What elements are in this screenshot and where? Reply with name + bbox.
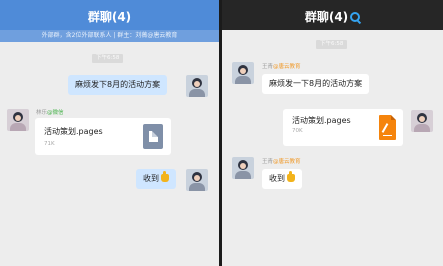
file-name: 活动策划.pages bbox=[44, 127, 103, 136]
thumbs-up-icon bbox=[287, 171, 295, 182]
chat-header: 群聊(4) bbox=[222, 0, 443, 30]
chat-title[interactable]: 群聊(4) bbox=[222, 8, 443, 25]
message-timestamp: 下午6:58 bbox=[316, 40, 348, 49]
sender-name: 林乐@微信 bbox=[36, 108, 64, 116]
chat-title[interactable]: 群聊(4) bbox=[0, 8, 219, 25]
sender-avatar[interactable] bbox=[7, 109, 29, 131]
my-avatar[interactable] bbox=[186, 75, 208, 97]
sender-name: 王青@唐云教育 bbox=[262, 157, 301, 165]
message-text: 收到 bbox=[269, 174, 285, 183]
sender-org-label: @唐云教育 bbox=[273, 64, 301, 70]
my-message-bubble[interactable]: 收到 bbox=[136, 169, 176, 189]
right-chat-window: 群聊(4) 下午6:58 王青@唐云教育 麻烦发一下8月的活动方案 活动策划.p… bbox=[222, 0, 443, 266]
file-name: 活动策划.pages bbox=[292, 116, 351, 125]
chat-header: 群聊(4) bbox=[0, 0, 219, 30]
document-icon bbox=[143, 124, 163, 149]
message-text: 收到 bbox=[143, 174, 159, 183]
thumbs-up-icon bbox=[161, 171, 169, 182]
message-timestamp: 下午6:58 bbox=[92, 54, 124, 63]
sender-name: 王青@唐云教育 bbox=[262, 62, 301, 70]
sender-display-name: 林乐 bbox=[36, 110, 48, 116]
sender-display-name: 王青 bbox=[262, 159, 274, 165]
sender-org-label: @微信 bbox=[47, 110, 64, 116]
my-message-bubble[interactable]: 麻烦发下8月的活动方案 bbox=[68, 75, 168, 95]
pages-icon bbox=[379, 115, 396, 140]
chat-title-text: 群聊(4) bbox=[304, 10, 349, 24]
my-avatar[interactable] bbox=[411, 110, 433, 132]
left-chat-window: 群聊(4) 外部群，含2位外部联系人 | 群主：刘薇@唐云教育 下午6:58 麻… bbox=[0, 0, 219, 266]
file-size: 70K bbox=[292, 128, 303, 134]
file-message-card[interactable]: 活动策划.pages 70K bbox=[283, 109, 403, 146]
sender-display-name: 王青 bbox=[262, 64, 274, 70]
my-avatar[interactable] bbox=[186, 169, 208, 191]
sender-avatar[interactable] bbox=[232, 157, 254, 179]
sender-avatar[interactable] bbox=[232, 62, 254, 84]
file-size: 71K bbox=[44, 141, 55, 147]
received-message-bubble[interactable]: 收到 bbox=[262, 169, 302, 189]
file-message-card[interactable]: 活动策划.pages 71K bbox=[35, 118, 171, 155]
group-info-bar[interactable]: 外部群，含2位外部联系人 | 群主：刘薇@唐云教育 bbox=[0, 30, 219, 42]
sender-org-label: @唐云教育 bbox=[273, 159, 301, 165]
received-message-bubble[interactable]: 麻烦发一下8月的活动方案 bbox=[262, 74, 370, 94]
q-search-icon[interactable] bbox=[350, 12, 361, 22]
